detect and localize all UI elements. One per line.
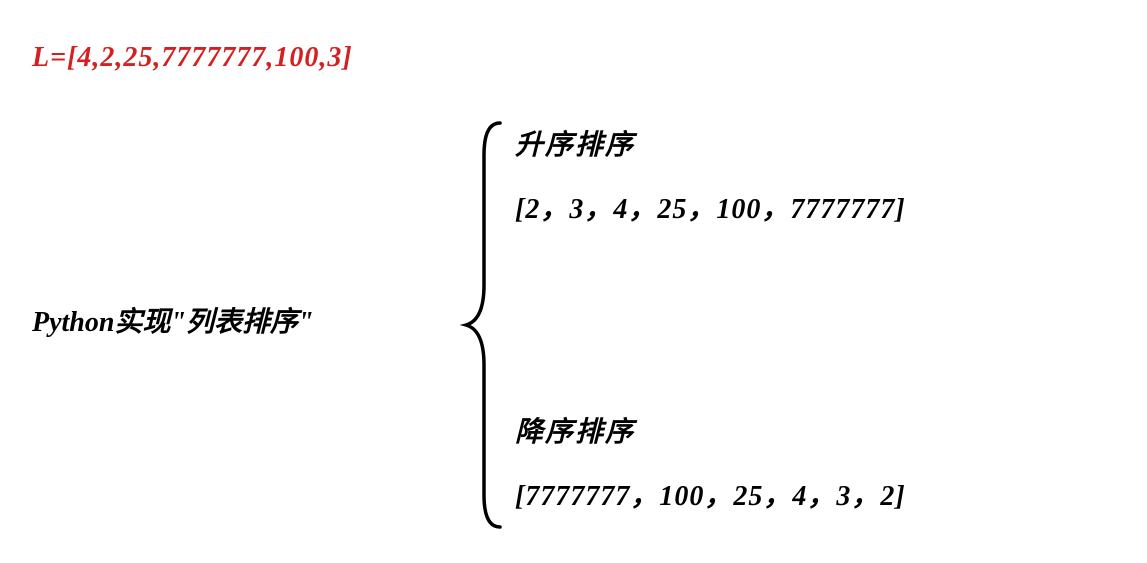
descending-branch: 降序排序 [7777777，100，25，4，3，2] — [515, 410, 906, 514]
ascending-values: [2，3，4，25，100，7777777] — [515, 187, 906, 227]
ascending-title: 升序排序 — [515, 123, 906, 163]
list-definition: L=[4,2,25,7777777,100,3] — [32, 42, 353, 74]
ascending-branch: 升序排序 [2，3，4，25，100，7777777] — [515, 123, 906, 227]
descending-values: [7777777，100，25，4，3，2] — [515, 474, 906, 514]
concept-label: Python实现"列表排序" — [32, 300, 314, 340]
descending-title: 降序排序 — [515, 410, 906, 450]
curly-bracket-icon — [460, 115, 510, 535]
